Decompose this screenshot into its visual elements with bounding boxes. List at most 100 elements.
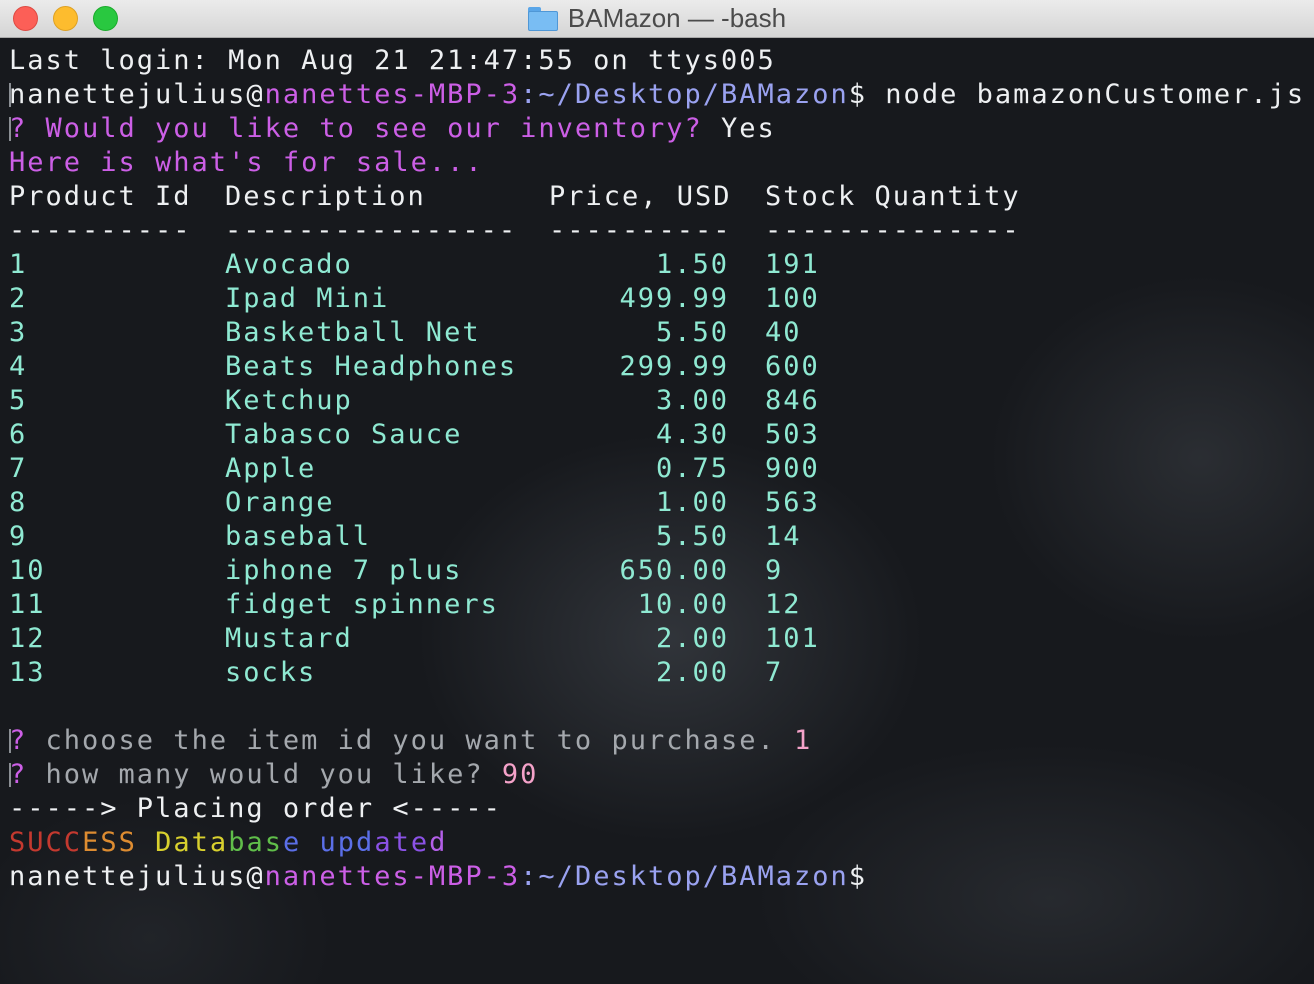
cell-description: Beats Headphones [225, 351, 518, 382]
table-row: 10 iphone 7 plus 650.00 9 [9, 554, 1309, 588]
cell-price: 0.75 [655, 453, 729, 484]
prompt-path: :~/Desktop/BAMazon [520, 861, 849, 892]
table-row: 11 fidget spinners 10.00 12 [9, 588, 1309, 622]
prompt-user: nanettejulius [9, 861, 247, 892]
cell-id: 8 [9, 487, 28, 518]
prompt-at: @ [246, 861, 265, 892]
question-inventory: ? Would you like to see our inventory? Y… [9, 112, 776, 146]
title-bar[interactable]: BAMazon — -bash [0, 0, 1314, 38]
separator-id: ---------- [9, 215, 192, 246]
cell-price: 650.00 [619, 555, 729, 586]
table-separator: ---------- ---------------- ---------- -… [9, 214, 1309, 248]
cell-description: iphone 7 plus [225, 555, 463, 586]
cell-price: 10.00 [637, 589, 729, 620]
table-row: 5 Ketchup 3.00 846 [9, 384, 1309, 418]
cell-id: 7 [9, 453, 28, 484]
cell-description: Orange [225, 487, 335, 518]
cell-description: Apple [225, 453, 317, 484]
cell-stock: 900 [765, 453, 820, 484]
placing-order-line: -----> Placing order <----- [9, 793, 502, 824]
sale-notice: Here is what's for sale... [9, 147, 484, 178]
cell-price: 5.50 [655, 521, 729, 552]
cell-description: Tabasco Sauce [225, 419, 463, 450]
cell-stock: 563 [765, 487, 820, 518]
question-quantity: ? how many would you like? 90 [9, 758, 538, 792]
prompt-dollar: $ [848, 861, 868, 892]
title-wrap: BAMazon — -bash [0, 0, 1314, 37]
cell-stock: 503 [765, 419, 820, 450]
table-row: 13 socks 2.00 7 [9, 656, 1309, 690]
table-row: 1 Avocado 1.50 191 [9, 248, 1309, 282]
last-login-line: Last login: Mon Aug 21 21:47:55 on ttys0… [9, 45, 776, 76]
success-text: SUCCESS Database updated [9, 827, 448, 858]
question-item-id: ? choose the item id you want to purchas… [9, 724, 812, 758]
prompt-dollar: $ [848, 79, 868, 110]
command-text: node bamazonCustomer.js [867, 79, 1306, 110]
cell-description: Mustard [225, 623, 353, 654]
table-row: 6 Tabasco Sauce 4.30 503 [9, 418, 1309, 452]
cell-description: Avocado [225, 249, 353, 280]
cell-price: 1.00 [655, 487, 729, 518]
command-line: nanettejulius@nanettes-MBP-3:~/Desktop/B… [9, 78, 1305, 112]
separator-description: ---------------- [225, 215, 518, 246]
cell-stock: 14 [765, 521, 802, 552]
cell-id: 4 [9, 351, 28, 382]
cell-stock: 9 [765, 555, 784, 586]
separator-stock: -------------- [765, 215, 1021, 246]
prompt-at: @ [246, 79, 265, 110]
cell-description: Ketchup [225, 385, 353, 416]
cell-id: 10 [9, 555, 46, 586]
cell-description: Basketball Net [225, 317, 481, 348]
terminal-window: BAMazon — -bash Last login: Mon Aug 21 2… [0, 0, 1314, 984]
prompt-user: nanettejulius [9, 79, 247, 110]
cell-id: 12 [9, 623, 46, 654]
question-answer: 90 [483, 759, 539, 790]
cell-description: baseball [225, 521, 372, 552]
cell-id: 13 [9, 657, 46, 688]
cell-id: 11 [9, 589, 46, 620]
cell-price: 1.50 [655, 249, 729, 280]
column-header-price: Price, USD [549, 181, 732, 212]
cell-stock: 12 [765, 589, 802, 620]
cell-description: Ipad Mini [225, 283, 390, 314]
window-title: BAMazon — -bash [567, 3, 787, 33]
column-header-stock: Stock Quantity [765, 181, 1021, 212]
cell-stock: 846 [765, 385, 820, 416]
separator-price: ---------- [549, 215, 732, 246]
table-header: Product Id Description Price, USD Stock … [9, 180, 1309, 214]
table-row: 3 Basketball Net 5.50 40 [9, 316, 1309, 350]
cell-stock: 191 [765, 249, 820, 280]
table-row: 2 Ipad Mini 499.99 100 [9, 282, 1309, 316]
cell-id: 9 [9, 521, 28, 552]
cell-price: 2.00 [655, 657, 729, 688]
table-row: 12 Mustard 2.00 101 [9, 622, 1309, 656]
prompt-host: nanettes-MBP-3 [264, 79, 521, 110]
cell-id: 1 [9, 249, 28, 280]
question-answer: 1 [775, 725, 813, 756]
cell-price: 5.50 [655, 317, 729, 348]
cell-stock: 7 [765, 657, 784, 688]
cell-id: 2 [9, 283, 28, 314]
cell-id: 6 [9, 419, 28, 450]
terminal-output[interactable]: Last login: Mon Aug 21 21:47:55 on ttys0… [0, 38, 1314, 984]
success-message: SUCCESS Database updated [9, 826, 447, 860]
table-row: 7 Apple 0.75 900 [9, 452, 1309, 486]
cell-description: fidget spinners [225, 589, 499, 620]
final-prompt[interactable]: nanettejulius@nanettes-MBP-3:~/Desktop/B… [9, 860, 867, 894]
cell-id: 3 [9, 317, 28, 348]
cell-stock: 100 [765, 283, 820, 314]
cell-stock: 101 [765, 623, 820, 654]
folder-icon [527, 6, 558, 31]
column-header-description: Description [225, 181, 426, 212]
column-header-id: Product Id [9, 181, 192, 212]
cell-price: 499.99 [619, 283, 729, 314]
cell-price: 4.30 [655, 419, 729, 450]
cell-price: 299.99 [619, 351, 729, 382]
cell-price: 2.00 [655, 623, 729, 654]
question-text: choose the item id you want to purchase. [27, 725, 776, 756]
table-row: 8 Orange 1.00 563 [9, 486, 1309, 520]
table-row: 9 baseball 5.50 14 [9, 520, 1309, 554]
cell-stock: 600 [765, 351, 820, 382]
question-text: how many would you like? [27, 759, 484, 790]
prompt-host: nanettes-MBP-3 [264, 861, 521, 892]
